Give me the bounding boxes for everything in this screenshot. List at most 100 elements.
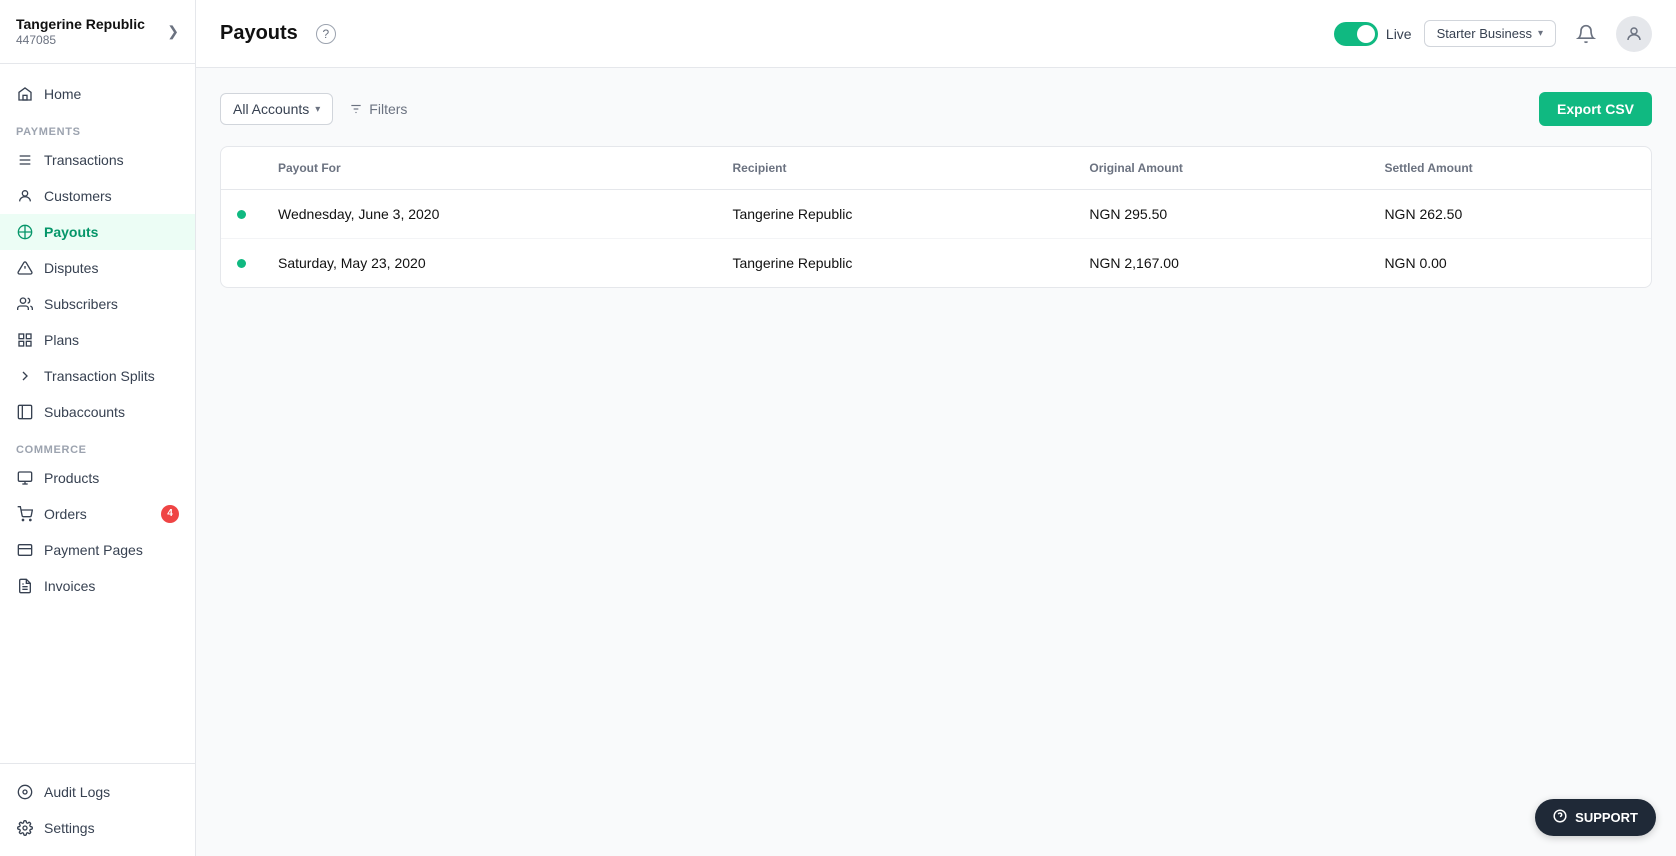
plan-label: Starter Business: [1437, 26, 1532, 41]
disputes-icon: [16, 259, 34, 277]
user-avatar[interactable]: [1616, 16, 1652, 52]
row-settled-amount: NGN 0.00: [1368, 239, 1651, 288]
sidebar: Tangerine Republic 447085 ❯ Home PAYMENT…: [0, 0, 196, 856]
payments-section-label: PAYMENTS: [0, 112, 195, 142]
live-toggle[interactable]: [1334, 22, 1378, 46]
row-payout-for: Saturday, May 23, 2020: [262, 239, 716, 288]
orders-icon: [16, 505, 34, 523]
sidebar-item-subscribers[interactable]: Subscribers: [0, 286, 195, 322]
support-label: SUPPORT: [1575, 810, 1638, 825]
sidebar-item-subaccounts[interactable]: Subaccounts: [0, 394, 195, 430]
page-title: Payouts: [220, 22, 298, 45]
export-csv-button[interactable]: Export CSV: [1539, 92, 1652, 126]
sidebar-item-disputes-label: Disputes: [44, 260, 98, 276]
transactions-icon: [16, 151, 34, 169]
sidebar-nav: Home PAYMENTS Transactions Customers Pay…: [0, 64, 195, 763]
sidebar-item-home[interactable]: Home: [0, 76, 195, 112]
brand-header[interactable]: Tangerine Republic 447085 ❯: [0, 0, 195, 64]
sidebar-bottom: Audit Logs Settings: [0, 763, 195, 856]
filters-label: Filters: [369, 101, 407, 117]
live-toggle-label: Live: [1386, 26, 1412, 42]
orders-badge: 4: [161, 505, 179, 523]
sidebar-item-invoices-label: Invoices: [44, 578, 95, 594]
col-payout-for: Payout For: [262, 147, 716, 190]
sidebar-item-customers[interactable]: Customers: [0, 178, 195, 214]
brand-name: Tangerine Republic: [16, 16, 145, 33]
sidebar-item-payouts[interactable]: Payouts: [0, 214, 195, 250]
sidebar-item-settings[interactable]: Settings: [0, 810, 195, 846]
sidebar-item-invoices[interactable]: Invoices: [0, 568, 195, 604]
row-original-amount: NGN 295.50: [1073, 190, 1368, 239]
sidebar-item-orders-label: Orders: [44, 506, 87, 522]
plan-selector[interactable]: Starter Business ▾: [1424, 20, 1556, 47]
transaction-splits-icon: [16, 367, 34, 385]
payouts-table-wrap: Payout For Recipient Original Amount Set…: [220, 146, 1652, 288]
table-header-row: Payout For Recipient Original Amount Set…: [221, 147, 1651, 190]
sidebar-item-transactions[interactable]: Transactions: [0, 142, 195, 178]
sidebar-item-payment-pages[interactable]: Payment Pages: [0, 532, 195, 568]
invoices-icon: [16, 577, 34, 595]
subaccounts-icon: [16, 403, 34, 421]
row-settled-amount: NGN 262.50: [1368, 190, 1651, 239]
sidebar-item-audit-logs[interactable]: Audit Logs: [0, 774, 195, 810]
sidebar-item-settings-label: Settings: [44, 820, 95, 836]
support-icon: [1553, 809, 1567, 826]
sidebar-item-orders[interactable]: Orders 4: [0, 496, 195, 532]
accounts-label: All Accounts: [233, 101, 309, 117]
commerce-section-label: COMMERCE: [0, 430, 195, 460]
toggle-knob: [1357, 25, 1375, 43]
settings-icon: [16, 819, 34, 837]
accounts-chevron-icon: ▾: [315, 104, 320, 115]
sidebar-item-subaccounts-label: Subaccounts: [44, 404, 125, 420]
audit-logs-icon: [16, 783, 34, 801]
sidebar-item-transaction-splits-label: Transaction Splits: [44, 368, 155, 384]
payment-pages-icon: [16, 541, 34, 559]
sidebar-item-plans-label: Plans: [44, 332, 79, 348]
products-icon: [16, 469, 34, 487]
sidebar-item-transactions-label: Transactions: [44, 152, 124, 168]
row-payout-for: Wednesday, June 3, 2020: [262, 190, 716, 239]
table-row[interactable]: Saturday, May 23, 2020 Tangerine Republi…: [221, 239, 1651, 288]
col-status: [221, 147, 262, 190]
row-recipient: Tangerine Republic: [716, 239, 1073, 288]
payouts-icon: [16, 223, 34, 241]
help-button[interactable]: ?: [316, 24, 336, 44]
accounts-dropdown[interactable]: All Accounts ▾: [220, 93, 333, 125]
row-status-cell: [221, 190, 262, 239]
plans-icon: [16, 331, 34, 349]
sidebar-item-products[interactable]: Products: [0, 460, 195, 496]
sidebar-item-home-label: Home: [44, 86, 81, 102]
plan-chevron-icon: ▾: [1538, 28, 1543, 39]
notifications-button[interactable]: [1568, 16, 1604, 52]
payouts-table: Payout For Recipient Original Amount Set…: [221, 147, 1651, 287]
sidebar-item-payouts-label: Payouts: [44, 224, 98, 240]
sidebar-item-transaction-splits[interactable]: Transaction Splits: [0, 358, 195, 394]
sidebar-item-customers-label: Customers: [44, 188, 112, 204]
page-header: Payouts ? Live Starter Business ▾: [196, 0, 1676, 68]
sidebar-item-subscribers-label: Subscribers: [44, 296, 118, 312]
support-button[interactable]: SUPPORT: [1535, 799, 1656, 836]
toolbar-left: All Accounts ▾ Filters: [220, 93, 411, 125]
subscribers-icon: [16, 295, 34, 313]
customers-icon: [16, 187, 34, 205]
brand-text: Tangerine Republic 447085: [16, 16, 145, 47]
sidebar-item-plans[interactable]: Plans: [0, 322, 195, 358]
sidebar-item-audit-logs-label: Audit Logs: [44, 784, 110, 800]
row-recipient: Tangerine Republic: [716, 190, 1073, 239]
sidebar-item-disputes[interactable]: Disputes: [0, 250, 195, 286]
status-dot: [237, 259, 246, 268]
col-recipient: Recipient: [716, 147, 1073, 190]
status-dot: [237, 210, 246, 219]
table-row[interactable]: Wednesday, June 3, 2020 Tangerine Republ…: [221, 190, 1651, 239]
sidebar-item-payment-pages-label: Payment Pages: [44, 542, 143, 558]
filters-button[interactable]: Filters: [345, 94, 411, 124]
row-status-cell: [221, 239, 262, 288]
main-content: Payouts ? Live Starter Business ▾ All Ac…: [196, 0, 1676, 856]
col-settled-amount: Settled Amount: [1368, 147, 1651, 190]
brand-chevron-icon: ❯: [167, 23, 179, 40]
content-toolbar: All Accounts ▾ Filters Export CSV: [220, 92, 1652, 126]
live-toggle-wrap: Live: [1334, 22, 1412, 46]
row-original-amount: NGN 2,167.00: [1073, 239, 1368, 288]
col-original-amount: Original Amount: [1073, 147, 1368, 190]
home-icon: [16, 85, 34, 103]
